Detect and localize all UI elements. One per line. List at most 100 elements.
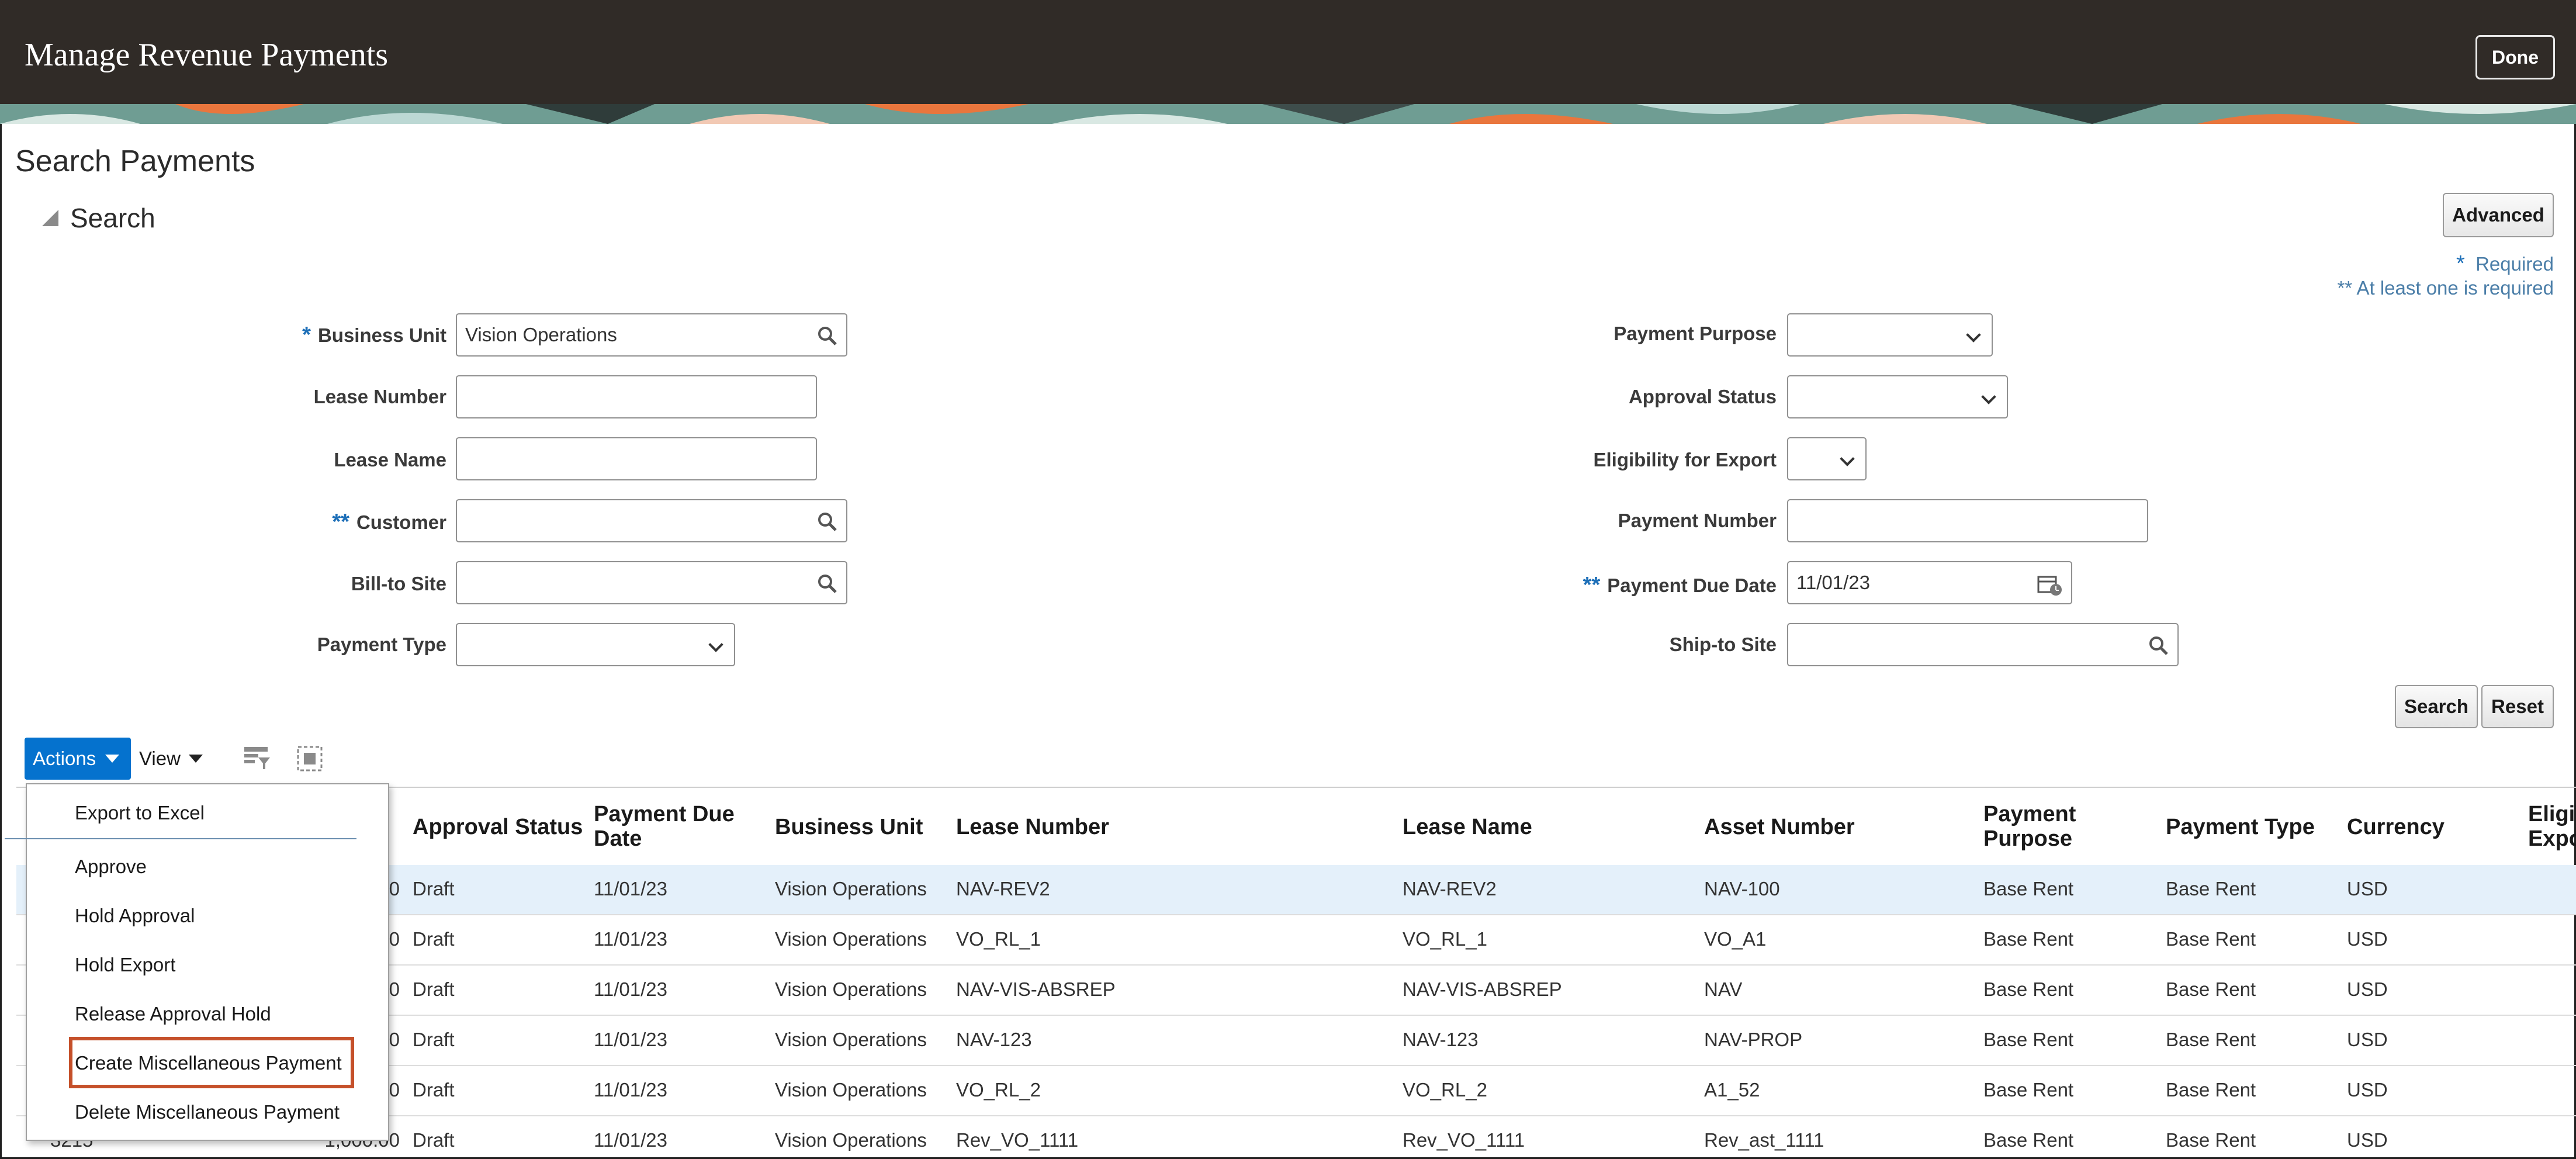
cell-approval-status: Draft [413,1129,455,1151]
cell-lease-number: VO_RL_1 [956,928,1041,950]
eligibility-export-select[interactable] [1787,437,1867,480]
cell-payment-due-date: 11/01/23 [594,1079,668,1101]
decorative-banner [0,104,2576,124]
cell-amount: 0 [389,978,400,1000]
payment-purpose-select[interactable] [1787,313,1993,357]
collapse-triangle-icon [42,210,58,226]
cell-lease-name: VO_RL_1 [1403,928,1487,950]
cell-currency: USD [2347,1129,2388,1151]
search-icon[interactable] [816,572,839,596]
cell-asset-number: NAV-100 [1704,878,1780,899]
payment-type-select[interactable] [456,623,735,666]
bill-to-site-field[interactable] [456,561,847,604]
required-star-icon: * [2456,251,2465,276]
search-button[interactable]: Search [2395,685,2478,728]
cell-payment-type: Base Rent [2166,928,2256,950]
menu-item-delete-miscellaneous-payment[interactable]: Delete Miscellaneous Payment [75,1101,340,1123]
banner-pattern-icon [0,104,2576,124]
cell-business-unit: Vision Operations [775,1129,927,1151]
search-icon[interactable] [816,324,839,348]
cell-asset-number: NAV-PROP [1704,1029,1803,1050]
cell-currency: USD [2347,1079,2388,1101]
calendar-icon[interactable] [2036,572,2064,597]
actions-menu-button[interactable]: Actions [25,738,131,780]
approval-status-select[interactable] [1787,375,2008,418]
ship-to-site-field[interactable] [1787,623,2179,666]
column-header-payment-due-date[interactable]: Payment Due Date [594,802,735,851]
cell-amount: 0 [389,928,400,950]
search-section-toggle[interactable]: Search [42,202,155,234]
cell-business-unit: Vision Operations [775,1079,927,1101]
cell-currency: USD [2347,978,2388,1000]
caret-down-icon [105,755,120,763]
chevron-down-icon [1966,327,1981,342]
cell-amount: 0 [389,1079,400,1101]
search-icon[interactable] [816,510,839,534]
lease-number-label: Lease Number [313,386,446,407]
payment-type-label: Payment Type [317,634,446,655]
cell-payment-type: Base Rent [2166,978,2256,1000]
column-header-payment-type[interactable]: Payment Type [2166,815,2315,839]
done-button[interactable]: Done [2475,35,2555,79]
column-header-business-unit[interactable]: Business Unit [775,815,923,839]
cell-approval-status: Draft [413,878,455,899]
cell-lease-name: NAV-REV2 [1403,878,1497,899]
payment-number-label: Payment Number [1618,510,1777,531]
column-header-lease-number[interactable]: Lease Number [956,815,1109,839]
payment-due-date-label: ** Payment Due Date [1583,573,1777,597]
search-section-label: Search [70,203,155,233]
cell-amount: 0 [389,1029,400,1050]
cell-payment-purpose: Base Rent [1983,1029,2074,1050]
lease-name-field[interactable] [456,437,817,480]
view-menu-button[interactable]: View [139,738,203,780]
detach-table-icon[interactable] [295,743,325,774]
menu-item-approve[interactable]: Approve [75,856,147,878]
cell-payment-due-date: 11/01/23 [594,928,668,950]
chevron-down-icon [1840,451,1855,466]
cell-lease-name: NAV-123 [1403,1029,1479,1050]
column-header-currency[interactable]: Currency [2347,815,2445,839]
cell-business-unit: Vision Operations [775,1029,927,1050]
cell-lease-name: VO_RL_2 [1403,1079,1487,1101]
search-icon[interactable] [2147,634,2170,658]
column-header-lease-name[interactable]: Lease Name [1403,815,1532,839]
cell-currency: USD [2347,928,2388,950]
business-unit-label: * Business Unit [302,323,446,347]
menu-item-create-miscellaneous-payment[interactable]: Create Miscellaneous Payment [75,1052,342,1074]
chevron-down-icon [708,637,723,652]
payment-purpose-label: Payment Purpose [1614,323,1777,344]
cell-payment-purpose: Base Rent [1983,928,2074,950]
cell-payment-due-date: 11/01/23 [594,878,668,899]
cell-lease-number: NAV-VIS-ABSREP [956,978,1116,1000]
cell-payment-due-date: 11/01/23 [594,1029,668,1050]
cell-amount: 0 [389,878,400,899]
menu-item-release-approval-hold[interactable]: Release Approval Hold [75,1003,271,1025]
lease-number-field[interactable] [456,375,817,418]
cell-payment-purpose: Base Rent [1983,978,2074,1000]
advanced-button[interactable]: Advanced [2443,193,2554,237]
menu-item-hold-export[interactable]: Hold Export [75,954,175,976]
chevron-down-icon [1981,389,1996,404]
column-header-eligibility[interactable]: Eligi Expo [2528,802,2576,851]
cell-lease-name: NAV-VIS-ABSREP [1403,978,1562,1000]
menu-item-export-to-excel[interactable]: Export to Excel [75,802,205,824]
business-unit-field[interactable]: Vision Operations [456,313,847,357]
payment-number-field[interactable] [1787,499,2148,542]
cell-business-unit: Vision Operations [775,928,927,950]
cell-payment-due-date: 11/01/23 [594,978,668,1000]
filter-table-icon[interactable] [242,743,272,774]
reset-button[interactable]: Reset [2481,685,2554,728]
column-header-approval-status[interactable]: Approval Status [413,815,583,839]
payment-due-date-field[interactable]: 11/01/23 [1787,561,2072,604]
menu-item-hold-approval[interactable]: Hold Approval [75,905,195,927]
page-header: Manage Revenue Payments Done [0,0,2576,104]
cell-asset-number: VO_A1 [1704,928,1767,950]
cell-payment-type: Base Rent [2166,1029,2256,1050]
cell-lease-number: NAV-REV2 [956,878,1050,899]
cell-approval-status: Draft [413,1079,455,1101]
at-least-one-note: ** At least one is required [2337,277,2554,299]
column-header-asset-number[interactable]: Asset Number [1704,815,1855,839]
customer-field[interactable] [456,499,847,542]
cell-lease-number: NAV-123 [956,1029,1032,1050]
column-header-payment-purpose[interactable]: Payment Purpose [1983,802,2076,851]
